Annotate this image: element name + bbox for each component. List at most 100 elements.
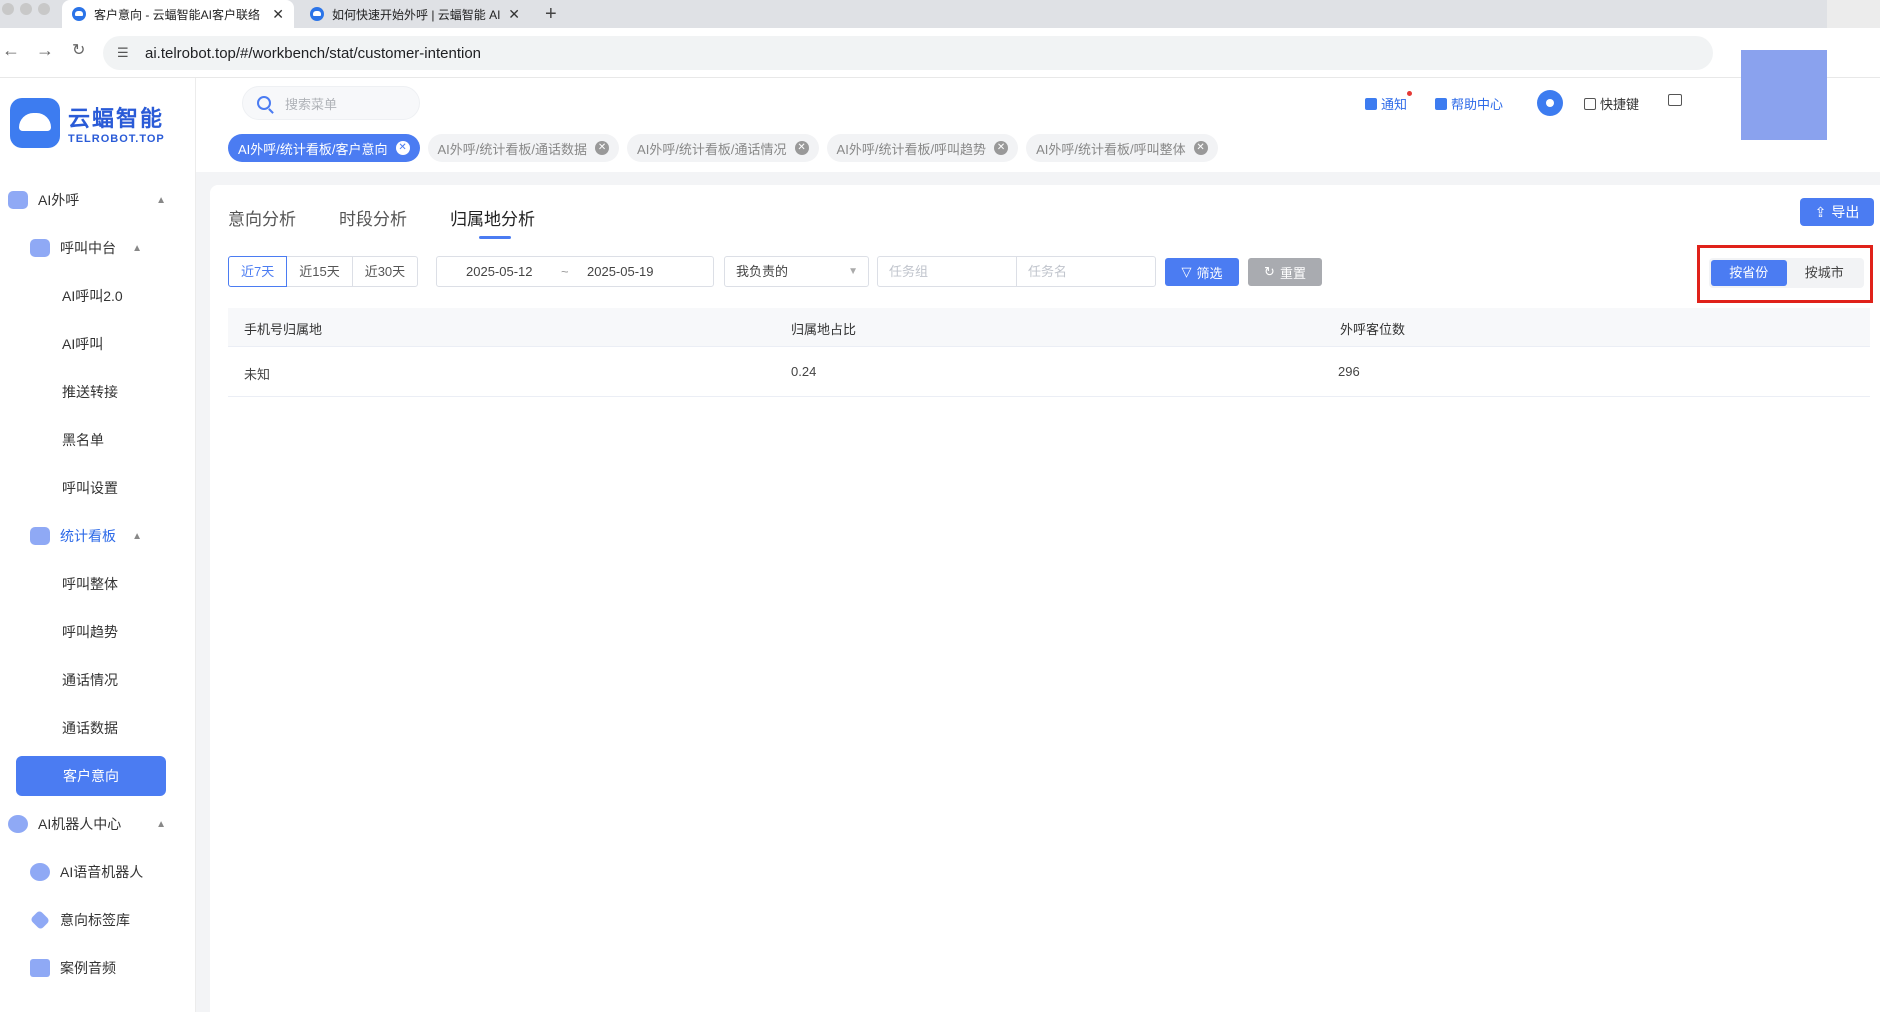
sidebar-item-ai-outbound[interactable]: AI外呼 ▲: [0, 180, 196, 220]
close-icon[interactable]: ✕: [994, 141, 1009, 155]
export-button[interactable]: ⇪ 导出: [1800, 198, 1874, 226]
browser-tab-quickstart[interactable]: 如何快速开始外呼 | 云蝠智能 AI ✕: [300, 0, 530, 28]
sidebar-item-intent-tags[interactable]: 意向标签库: [0, 900, 196, 940]
active-tab-underline: [479, 236, 511, 239]
notify-icon: [1365, 97, 1377, 110]
window-close-dot[interactable]: [2, 3, 14, 15]
table-header: 手机号归属地 归属地占比 外呼客位数: [228, 308, 1870, 347]
date-separator: ~: [561, 264, 569, 279]
forward-icon[interactable]: →: [36, 40, 54, 61]
logo[interactable]: 云蝠智能 TELROBOT.TOP: [10, 98, 165, 148]
shortcut-link[interactable]: 快捷键: [1584, 94, 1639, 113]
url-field[interactable]: ☰ ai.telrobot.top/#/workbench/stat/custo…: [103, 36, 1713, 70]
back-icon[interactable]: ←: [2, 40, 20, 61]
browser-tabbar: 客户意向 - 云蝠智能AI客户联络 ✕ 如何快速开始外呼 | 云蝠智能 AI ✕…: [0, 0, 1880, 28]
sidebar-item-push-transfer[interactable]: 推送转接: [0, 372, 196, 412]
by-province-option[interactable]: 按省份: [1711, 260, 1787, 286]
open-tag-call-overall[interactable]: AI外呼/统计看板/呼叫整体 ✕: [1026, 134, 1218, 162]
chevron-down-icon: ▼: [848, 266, 858, 277]
sidebar-item-customer-intention[interactable]: 客户意向: [16, 756, 166, 796]
tab-intent-analysis[interactable]: 意向分析: [228, 205, 296, 230]
range-selector: 近7天 近15天 近30天: [228, 256, 419, 287]
sidebar-item-stat-board[interactable]: 统计看板 ▲: [0, 516, 170, 556]
chevron-up-icon: ▲: [156, 194, 166, 206]
table-row[interactable]: 未知 0.24 296: [228, 347, 1870, 397]
screen-icon-button[interactable]: [1668, 94, 1686, 106]
range-7-days[interactable]: 近7天: [228, 256, 288, 287]
open-tag-call-trend[interactable]: AI外呼/统计看板/呼叫趋势 ✕: [826, 134, 1019, 162]
sidebar-item-call-center[interactable]: 呼叫中台 ▲: [0, 228, 170, 268]
logo-domain: TELROBOT.TOP: [68, 133, 165, 145]
unread-dot: [1407, 91, 1413, 96]
sidebar-item-call-settings[interactable]: 呼叫设置: [0, 468, 196, 508]
telrobot-favicon-icon: [72, 7, 86, 21]
range-15-days[interactable]: 近15天: [286, 256, 353, 287]
notify-link[interactable]: 通知: [1365, 91, 1413, 113]
chevron-up-icon: ▲: [132, 530, 142, 542]
screen-icon: [1668, 94, 1682, 106]
chevron-up-icon: ▲: [156, 818, 166, 830]
funnel-icon: ▽: [1181, 264, 1192, 279]
cell-location: 未知: [244, 367, 271, 382]
avatar[interactable]: [1537, 90, 1563, 116]
user-icon: [8, 191, 28, 209]
reset-button[interactable]: ↻ 重置: [1248, 258, 1322, 286]
start-date[interactable]: 2025-05-12: [466, 264, 533, 279]
close-icon[interactable]: ✕: [794, 141, 809, 155]
logo-name: 云蝠智能: [68, 106, 165, 131]
user-icon: [30, 239, 50, 257]
bat-logo-icon: [10, 98, 60, 148]
range-30-days[interactable]: 近30天: [351, 256, 419, 287]
cell-ratio: 0.24: [791, 364, 817, 379]
window-minimize-dot[interactable]: [20, 3, 32, 15]
sidebar-item-call-data[interactable]: 通话数据: [0, 708, 196, 748]
telrobot-favicon-icon: [310, 7, 324, 21]
sidebar-item-call-status[interactable]: 通话情况: [0, 660, 196, 700]
close-tab-icon[interactable]: ✕: [272, 6, 284, 23]
region-toggle: 按省份 按城市: [1709, 258, 1864, 288]
chart-icon: [30, 527, 50, 545]
date-range-picker[interactable]: 2025-05-12 ~ 2025-05-19: [436, 256, 714, 287]
reload-icon[interactable]: ↻: [72, 40, 85, 60]
owner-select[interactable]: 我负责的 ▼: [724, 256, 869, 287]
menu-search-input[interactable]: 搜索菜单: [242, 86, 420, 120]
upload-icon: ⇪: [1814, 203, 1827, 220]
sidebar-item-robot-center[interactable]: AI机器人中心 ▲: [0, 804, 196, 844]
close-icon[interactable]: ✕: [1193, 141, 1208, 155]
browser-tab-customer-intention[interactable]: 客户意向 - 云蝠智能AI客户联络 ✕: [62, 0, 294, 28]
sidebar-item-call-overall[interactable]: 呼叫整体: [0, 564, 196, 604]
sidebar-item-case-audio[interactable]: 案例音频: [0, 948, 196, 988]
tab-period-analysis[interactable]: 时段分析: [339, 205, 407, 230]
close-tab-icon[interactable]: ✕: [508, 6, 520, 23]
help-center-link[interactable]: 帮助中心: [1435, 94, 1503, 113]
open-tag-customer-intention[interactable]: AI外呼/统计看板/客户意向 ✕: [228, 134, 420, 162]
sidebar-item-ai-call-2[interactable]: AI呼叫2.0: [0, 276, 196, 316]
new-tab-icon[interactable]: +: [545, 0, 557, 28]
column-location-ratio: 归属地占比: [791, 322, 857, 337]
column-call-count: 外呼客位数: [1340, 322, 1406, 337]
sidebar-item-ai-call[interactable]: AI呼叫: [0, 324, 196, 364]
window-zoom-dot[interactable]: [38, 3, 50, 15]
close-icon[interactable]: ✕: [595, 141, 610, 155]
cell-count: 296: [1338, 364, 1360, 379]
refresh-icon: ↻: [1264, 264, 1275, 279]
book-icon: [1435, 97, 1447, 110]
close-icon[interactable]: ✕: [395, 141, 410, 155]
sidebar-item-call-trend[interactable]: 呼叫趋势: [0, 612, 196, 652]
by-city-option[interactable]: 按城市: [1787, 260, 1863, 286]
robot-icon: [30, 863, 50, 881]
end-date[interactable]: 2025-05-19: [587, 264, 654, 279]
open-tag-call-status[interactable]: AI外呼/统计看板/通话情况 ✕: [627, 134, 819, 162]
open-tag-call-data[interactable]: AI外呼/统计看板/通话数据 ✕: [427, 134, 620, 162]
tab-location-analysis[interactable]: 归属地分析: [450, 205, 535, 230]
task-group-input[interactable]: 任务组: [877, 256, 1017, 287]
site-settings-icon[interactable]: ☰: [117, 45, 133, 61]
open-tags: AI外呼/统计看板/客户意向 ✕ AI外呼/统计看板/通话数据 ✕ AI外呼/统计看…: [228, 134, 1218, 162]
folder-icon: [30, 959, 50, 977]
chevron-up-icon: ▲: [132, 242, 142, 254]
keyboard-icon: [1584, 97, 1596, 110]
task-name-input[interactable]: 任务名: [1016, 256, 1156, 287]
sidebar-item-blacklist[interactable]: 黑名单: [0, 420, 196, 460]
filter-button[interactable]: ▽ 筛选: [1165, 258, 1239, 286]
sidebar-item-voice-robot[interactable]: AI语音机器人: [0, 852, 196, 892]
